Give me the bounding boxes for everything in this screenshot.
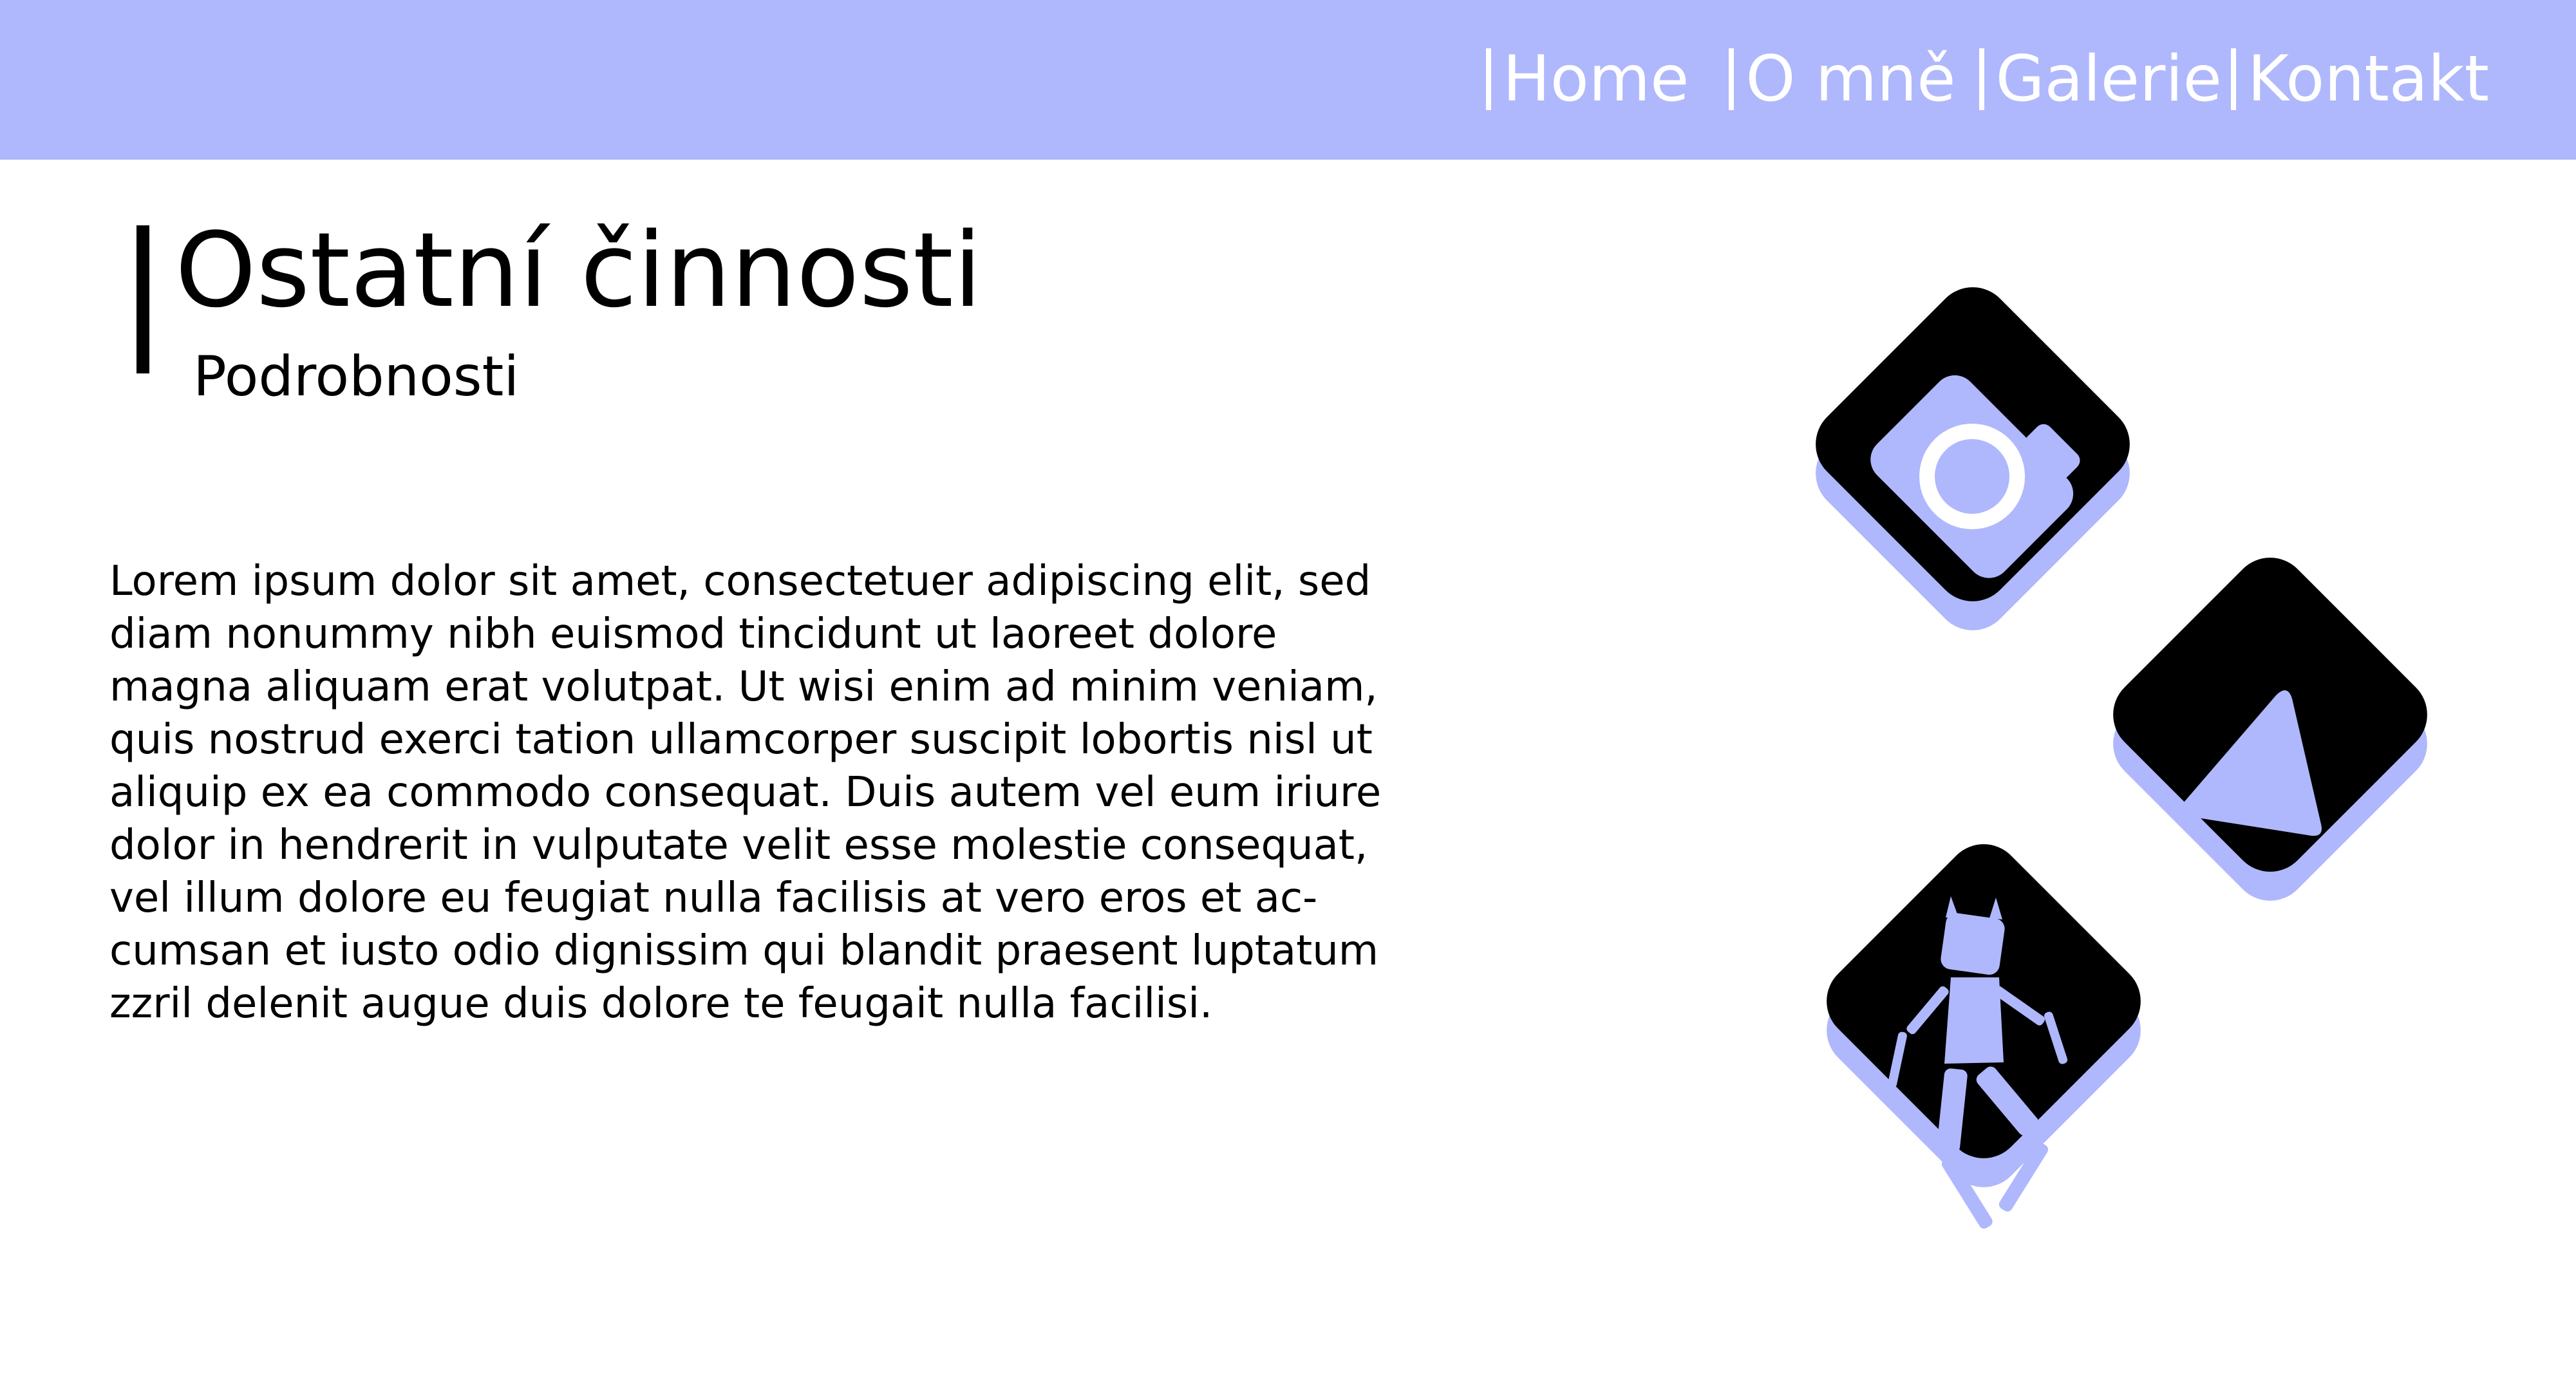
camera-tile[interactable] — [1800, 271, 2145, 646]
figure-tile[interactable] — [1810, 828, 2156, 1230]
icon-tiles — [1800, 271, 2443, 1230]
play-tile[interactable] — [2097, 541, 2443, 916]
